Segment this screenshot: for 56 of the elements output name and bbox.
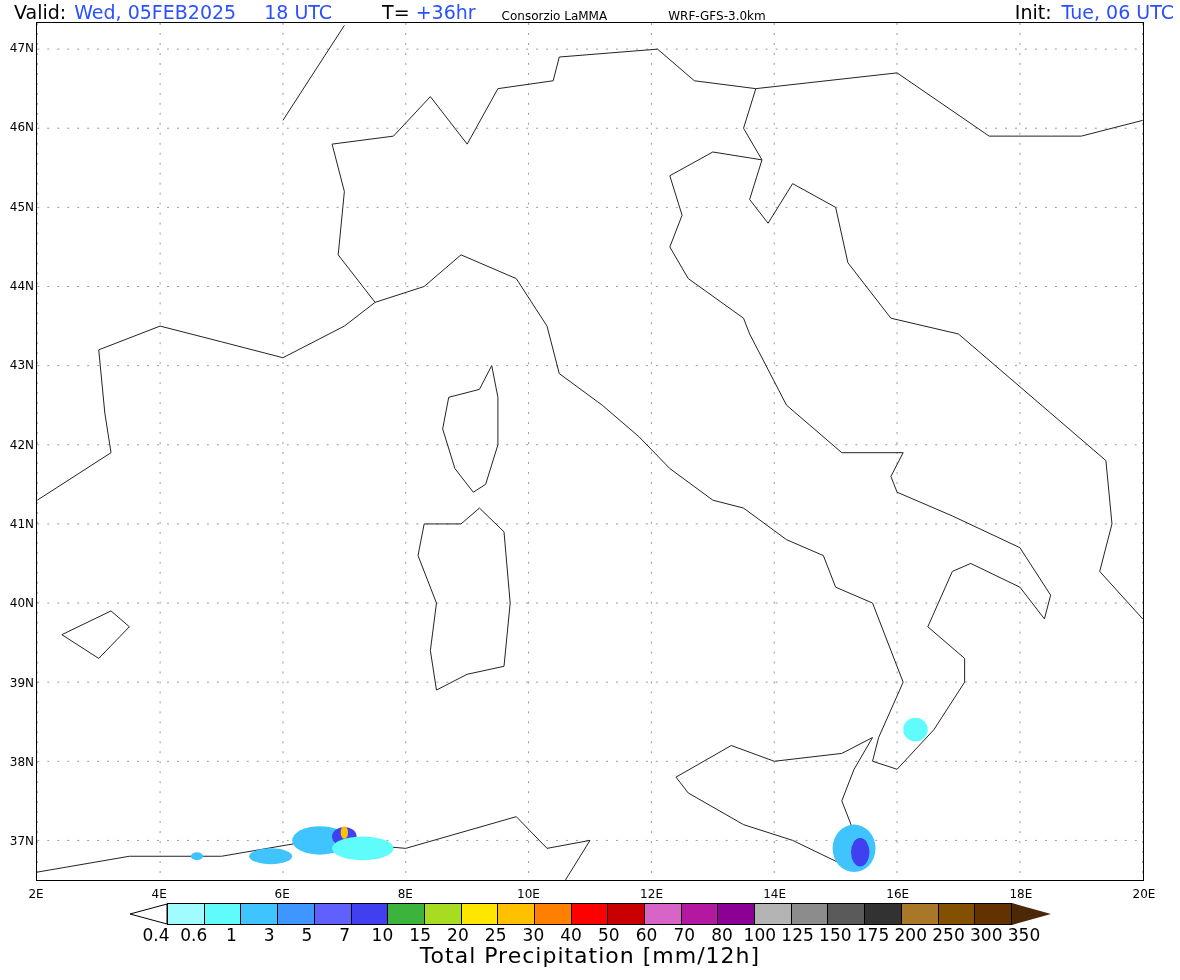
model-name: WRF-GFS-3.0km	[668, 10, 766, 22]
latitude-label: 44N	[9, 279, 34, 294]
legend-value: 1	[226, 925, 237, 945]
latitude-label: 41N	[9, 517, 34, 532]
legend-value: 40	[560, 925, 582, 945]
init-time: Tue, 06 UTC	[1061, 3, 1174, 22]
legend-value: 15	[409, 925, 431, 945]
valid-date: Wed, 05FEB2025	[74, 3, 237, 22]
latitude-label: 42N	[9, 437, 34, 452]
legend-value: 50	[598, 925, 620, 945]
legend-value: 125	[781, 925, 814, 945]
legend-value: 200	[894, 925, 927, 945]
latitude-label: 40N	[9, 596, 34, 611]
legend-value: 0.4	[142, 925, 170, 945]
legend-title: Total Precipitation [mm/12h]	[419, 945, 761, 967]
latitude-label: 37N	[9, 834, 34, 849]
legend-value: 0.6	[180, 925, 208, 945]
longitude-label: 12E	[640, 887, 663, 901]
legend-value: 150	[819, 925, 852, 945]
longitude-label: 16E	[886, 887, 910, 901]
latitude-label: 38N	[9, 755, 34, 769]
longitude-label: 2E	[28, 887, 44, 901]
legend-value: 300	[970, 925, 1003, 945]
legend-value: 250	[932, 925, 965, 945]
legend-value: 70	[673, 925, 696, 945]
valid-label: Valid:	[14, 3, 67, 22]
longitude-label: 6E	[274, 887, 290, 901]
latitude-label: 43N	[9, 358, 34, 373]
latitude-label: 39N	[9, 675, 34, 690]
legend-value: 5	[301, 925, 313, 945]
longitude-label: 10E	[517, 887, 540, 901]
legend-value: 175	[856, 925, 890, 945]
valid-time: 18 UTC	[264, 3, 333, 22]
legend-value: 30	[522, 925, 545, 945]
forecast-step: +36hr	[415, 3, 476, 22]
legend-value: 20	[447, 925, 469, 945]
legend-value: 80	[711, 925, 733, 945]
forecast-step-label: T=	[382, 3, 410, 22]
longitude-label: 4E	[151, 887, 167, 901]
legend-value: 60	[635, 925, 658, 945]
source-name: Consorzio LaMMA	[501, 10, 608, 22]
legend-under-arrow-icon	[129, 903, 169, 925]
legend-value: 100	[743, 925, 777, 945]
longitude-label: 8E	[397, 887, 413, 901]
longitude-label: 14E	[763, 887, 787, 901]
latitude-label: 46N	[9, 120, 34, 135]
legend-value: 3	[263, 925, 275, 945]
legend-value: 25	[484, 925, 507, 945]
legend-value: 350	[1007, 925, 1041, 945]
legend-value: 7	[339, 925, 351, 945]
longitude-label: 20E	[1132, 887, 1156, 901]
longitude-label: 18E	[1009, 887, 1033, 901]
legend-value: 10	[371, 925, 394, 945]
latitude-label: 45N	[9, 199, 34, 214]
init-label: Init:	[1014, 3, 1052, 22]
latitude-label: 47N	[9, 41, 34, 56]
